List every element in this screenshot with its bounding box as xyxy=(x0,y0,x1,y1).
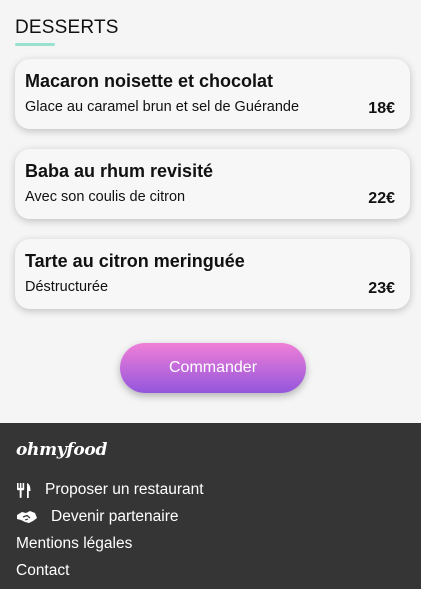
dessert-price: 22€ xyxy=(368,190,395,207)
footer-link-propose-restaurant[interactable]: Proposer un restaurant xyxy=(16,481,204,499)
footer-logo[interactable]: ohmyfood xyxy=(16,440,107,460)
dessert-description: Glace au caramel brun et sel de Guérande xyxy=(25,99,300,115)
handshake-icon xyxy=(16,509,38,525)
footer: ohmyfood Proposer un restaurant Devenir … xyxy=(0,423,421,589)
dessert-price: 18€ xyxy=(368,100,395,117)
dessert-description: Avec son coulis de citron xyxy=(25,189,186,205)
footer-link-label: Proposer un restaurant xyxy=(45,481,204,498)
footer-link-contact[interactable]: Contact xyxy=(16,562,69,580)
footer-link-label: Mentions légales xyxy=(16,535,133,552)
dessert-price: 23€ xyxy=(368,280,395,297)
menu-section: DESSERTS Macaron noisette et chocolat Gl… xyxy=(0,0,421,423)
utensils-icon xyxy=(16,482,32,498)
dessert-card[interactable]: Macaron noisette et chocolat Glace au ca… xyxy=(15,59,410,129)
order-button[interactable]: Commander xyxy=(120,343,306,393)
section-title-underline xyxy=(15,43,55,46)
footer-link-legal-notice[interactable]: Mentions légales xyxy=(16,535,132,553)
footer-link-label: Contact xyxy=(16,562,70,579)
dessert-card[interactable]: Tarte au citron meringuée Déstructurée 2… xyxy=(15,239,410,309)
dessert-name: Macaron noisette et chocolat xyxy=(25,71,274,91)
dessert-name: Baba au rhum revisité xyxy=(25,161,214,181)
footer-link-label: Devenir partenaire xyxy=(51,508,179,525)
footer-link-become-partner[interactable]: Devenir partenaire xyxy=(16,508,179,526)
dessert-card[interactable]: Baba au rhum revisité Avec son coulis de… xyxy=(15,149,410,219)
dessert-name: Tarte au citron meringuée xyxy=(25,251,245,271)
dessert-description: Déstructurée xyxy=(25,279,109,295)
section-title: DESSERTS xyxy=(15,17,119,38)
